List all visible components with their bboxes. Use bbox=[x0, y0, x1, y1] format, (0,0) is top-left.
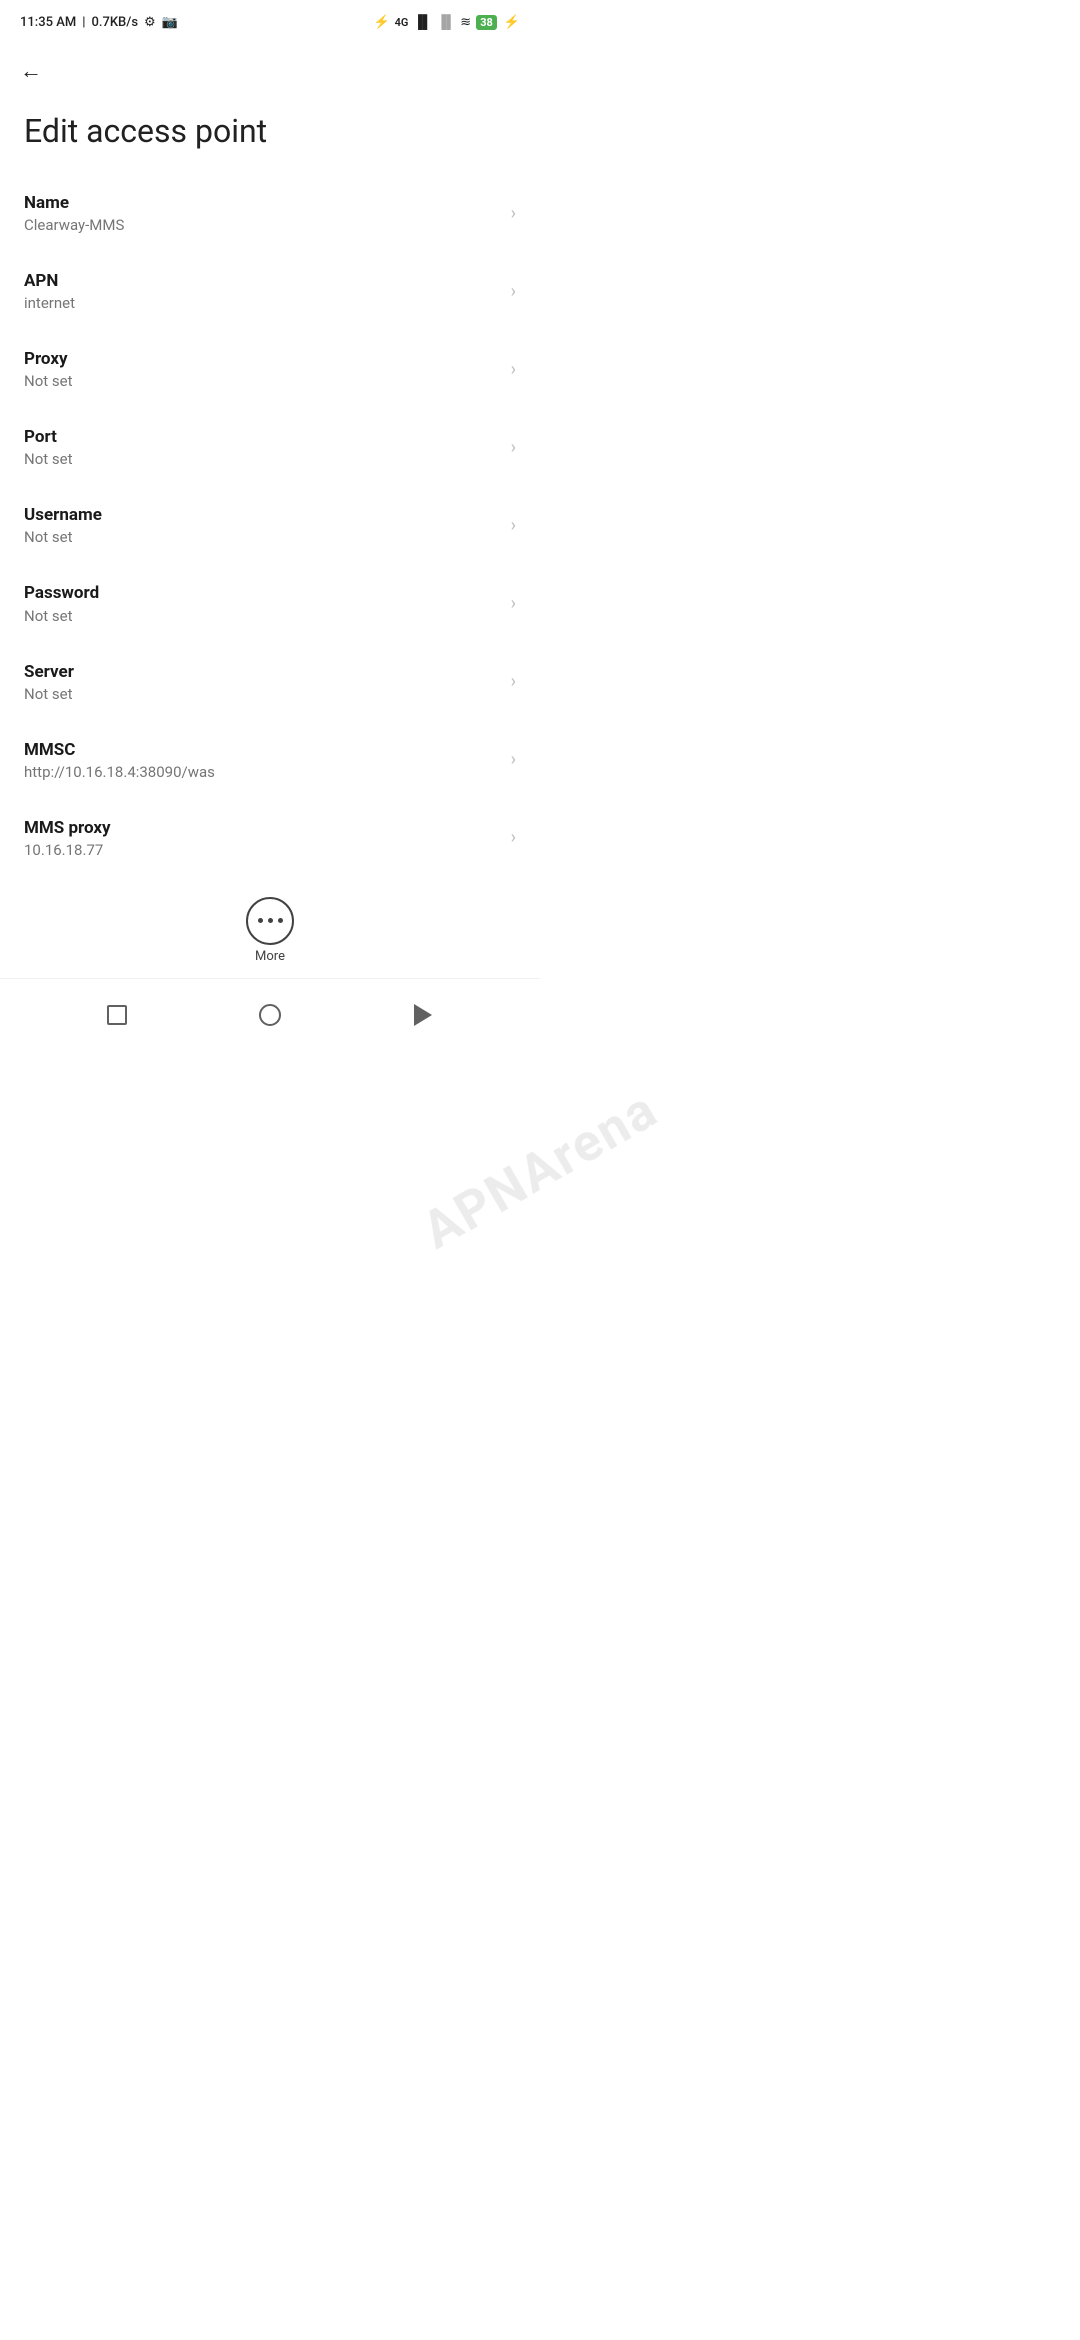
settings-value-server: Not set bbox=[24, 685, 501, 703]
network-icon: 4G bbox=[395, 16, 409, 29]
settings-value-proxy: Not set bbox=[24, 372, 501, 390]
status-right: ⚡ 4G ▐▌ ▐▌ ≋ 38 ⚡ bbox=[373, 14, 520, 30]
watermark: APNArena bbox=[412, 1079, 668, 1262]
data-speed: 0.7KB/s bbox=[91, 15, 138, 30]
settings-list: Name Clearway-MMS › APN internet › Proxy… bbox=[0, 174, 540, 877]
triangle-icon bbox=[414, 1004, 432, 1026]
chevron-icon-port: › bbox=[511, 437, 516, 458]
settings-label-password: Password bbox=[24, 582, 501, 604]
chevron-icon-proxy: › bbox=[511, 359, 516, 380]
settings-label-name: Name bbox=[24, 192, 501, 214]
settings-value-mms-proxy: 10.16.18.77 bbox=[24, 841, 501, 859]
time: 11:35 AM bbox=[20, 15, 76, 30]
settings-value-name: Clearway-MMS bbox=[24, 216, 501, 234]
battery-indicator: 38 bbox=[476, 15, 497, 30]
settings-label-mmsc: MMSC bbox=[24, 739, 501, 761]
header: ← bbox=[0, 40, 540, 98]
settings-label-server: Server bbox=[24, 661, 501, 683]
settings-item-proxy-content: Proxy Not set bbox=[24, 348, 501, 390]
settings-icon: ⚙ bbox=[144, 15, 156, 30]
status-bar: 11:35 AM | 0.7KB/s ⚙ 📷 ⚡ 4G ▐▌ ▐▌ ≋ 38 ⚡ bbox=[0, 0, 540, 40]
settings-item-name-content: Name Clearway-MMS bbox=[24, 192, 501, 234]
circle-icon bbox=[259, 1004, 281, 1026]
chevron-icon-mms-proxy: › bbox=[511, 827, 516, 848]
settings-value-apn: internet bbox=[24, 294, 501, 312]
settings-value-username: Not set bbox=[24, 528, 501, 546]
chevron-icon-name: › bbox=[511, 203, 516, 224]
settings-label-mms-proxy: MMS proxy bbox=[24, 817, 501, 839]
chevron-icon-mmsc: › bbox=[511, 749, 516, 770]
signal-bars2-icon: ▐▌ bbox=[437, 14, 455, 30]
settings-item-password-content: Password Not set bbox=[24, 582, 501, 624]
settings-item-server[interactable]: Server Not set › bbox=[24, 643, 516, 721]
settings-item-name[interactable]: Name Clearway-MMS › bbox=[24, 174, 516, 252]
settings-item-apn-content: APN internet bbox=[24, 270, 501, 312]
settings-item-password[interactable]: Password Not set › bbox=[24, 564, 516, 642]
settings-label-port: Port bbox=[24, 426, 501, 448]
speed: | bbox=[82, 15, 85, 30]
chevron-icon-apn: › bbox=[511, 281, 516, 302]
settings-value-port: Not set bbox=[24, 450, 501, 468]
page-title: Edit access point bbox=[0, 98, 540, 174]
dot1 bbox=[258, 918, 263, 923]
settings-item-mmsc-content: MMSC http://10.16.18.4:38090/was bbox=[24, 739, 501, 781]
more-label: More bbox=[255, 949, 285, 964]
camera-icon: 📷 bbox=[162, 15, 178, 30]
more-button[interactable] bbox=[246, 897, 294, 945]
settings-item-username-content: Username Not set bbox=[24, 504, 501, 546]
status-left: 11:35 AM | 0.7KB/s ⚙ 📷 bbox=[20, 15, 178, 30]
nav-home-button[interactable] bbox=[248, 993, 292, 1037]
square-icon bbox=[107, 1005, 127, 1025]
settings-item-server-content: Server Not set bbox=[24, 661, 501, 703]
more-section: More bbox=[0, 877, 540, 978]
nav-recents-button[interactable] bbox=[95, 993, 139, 1037]
settings-item-apn[interactable]: APN internet › bbox=[24, 252, 516, 330]
wifi-icon: ≋ bbox=[460, 15, 471, 30]
settings-item-mmsc[interactable]: MMSC http://10.16.18.4:38090/was › bbox=[24, 721, 516, 799]
chevron-icon-password: › bbox=[511, 593, 516, 614]
signal-bars-icon: ▐▌ bbox=[413, 14, 431, 30]
bottom-nav bbox=[0, 978, 540, 1053]
settings-item-mms-proxy[interactable]: MMS proxy 10.16.18.77 › bbox=[24, 799, 516, 877]
chevron-icon-server: › bbox=[511, 671, 516, 692]
chevron-icon-username: › bbox=[511, 515, 516, 536]
settings-item-proxy[interactable]: Proxy Not set › bbox=[24, 330, 516, 408]
back-button[interactable]: ← bbox=[20, 54, 50, 88]
dot3 bbox=[278, 918, 283, 923]
settings-item-port[interactable]: Port Not set › bbox=[24, 408, 516, 486]
bluetooth-icon: ⚡ bbox=[373, 15, 389, 30]
dot2 bbox=[268, 918, 273, 923]
settings-label-apn: APN bbox=[24, 270, 501, 292]
nav-back-button[interactable] bbox=[401, 993, 445, 1037]
charging-icon: ⚡ bbox=[504, 15, 520, 30]
more-dots-icon bbox=[258, 918, 283, 923]
settings-value-mmsc: http://10.16.18.4:38090/was bbox=[24, 763, 501, 781]
settings-item-port-content: Port Not set bbox=[24, 426, 501, 468]
settings-item-mms-proxy-content: MMS proxy 10.16.18.77 bbox=[24, 817, 501, 859]
settings-value-password: Not set bbox=[24, 607, 501, 625]
settings-label-username: Username bbox=[24, 504, 501, 526]
settings-label-proxy: Proxy bbox=[24, 348, 501, 370]
settings-item-username[interactable]: Username Not set › bbox=[24, 486, 516, 564]
